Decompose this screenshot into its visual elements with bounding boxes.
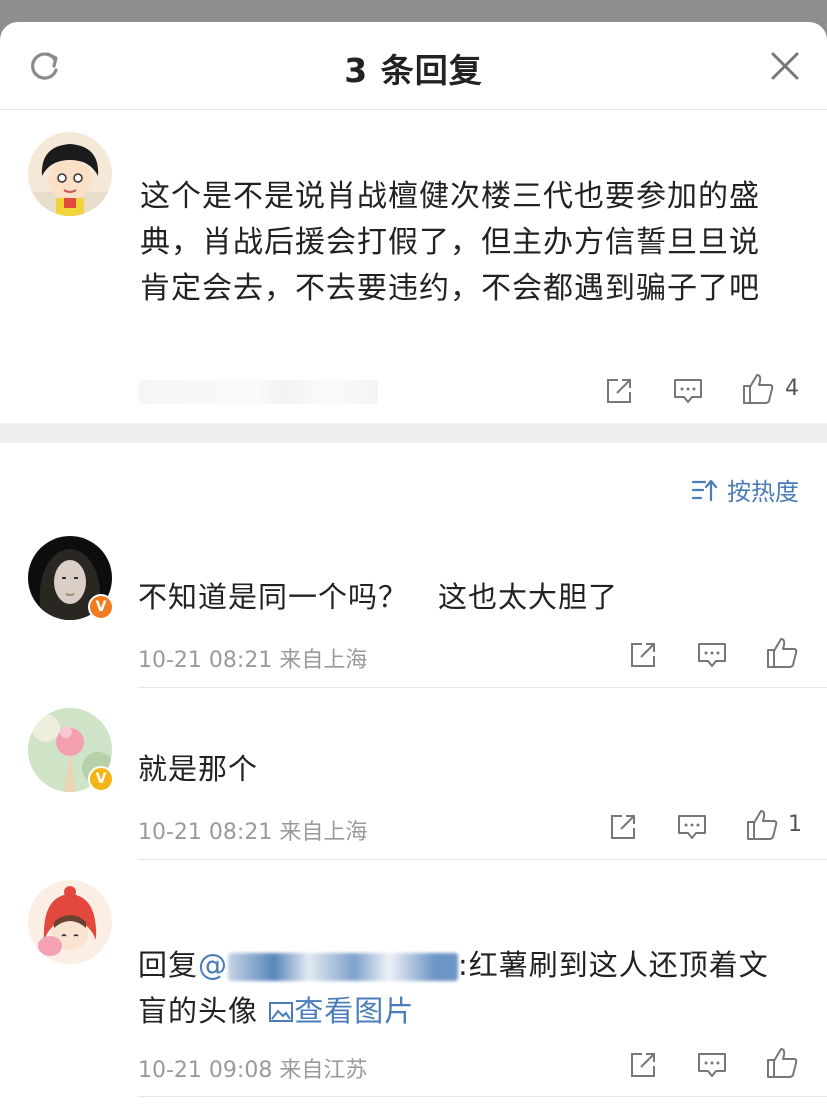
verified-badge-icon: V [88,766,114,792]
comment-icon[interactable] [676,812,708,842]
blurred-meta [138,380,378,404]
close-icon[interactable] [769,50,801,82]
like-icon[interactable] [745,808,779,842]
comment-icon[interactable] [672,376,704,406]
avatar[interactable] [28,880,112,964]
reply-location: 来自上海 [279,648,368,673]
like-count: 4 [785,376,799,401]
reply-sheet: 3 条回复 这个是不是说肖战檀健次楼三代也要参加的盛典，肖战后援会打假了，但主办… [0,22,827,1104]
reply-prefix: 回复 [138,948,199,982]
reply-location: 来自上海 [279,820,368,845]
share-icon[interactable] [628,1050,658,1080]
view-image-link[interactable]: 查看图片 [268,994,414,1028]
row-divider [138,1096,827,1097]
like-icon[interactable] [765,636,799,670]
reply-meta: 10-21 08:21 来自上海 [138,814,367,846]
share-icon[interactable] [604,376,634,406]
reply-text: 不知道是同一个吗？ 这也太大胆了 [138,580,619,614]
reply-text: 回复@:红薯刷到这人还顶着文盲的头像 查看图片 [138,942,788,1034]
row-divider [138,859,827,860]
reply-time: 10-21 09:08 [138,1058,273,1083]
like-count: 1 [788,812,802,837]
row-divider [138,687,827,688]
page-title: 3 条回复 [344,51,483,90]
share-icon[interactable] [608,812,638,842]
list-item: 回复@:红薯刷到这人还顶着文盲的头像 查看图片 10-21 09:08 来自江苏 [0,878,827,1098]
section-divider [0,423,827,443]
avatar[interactable] [28,132,112,216]
reply-location: 来自江苏 [279,1058,368,1083]
reply-meta: 10-21 09:08 来自江苏 [138,1052,367,1084]
list-item: V 不知道是同一个吗？ 这也太大胆了 10-21 08:21 来自上海 [0,534,827,704]
sort-button[interactable]: 按热度 [691,472,799,507]
reply-time: 10-21 08:21 [138,820,273,845]
share-icon[interactable] [628,640,658,670]
main-comment: 这个是不是说肖战檀健次楼三代也要参加的盛典，肖战后援会打假了，但主办方信誓旦旦说… [0,110,827,423]
comment-text: 这个是不是说肖战檀健次楼三代也要参加的盛典，肖战后援会打假了，但主办方信誓旦旦说… [140,179,760,306]
list-item: V 就是那个 10-21 08:21 来自上海 1 [0,706,827,878]
sort-label: 按热度 [727,478,799,506]
sheet-header: 3 条回复 [0,22,827,110]
blurred-username [228,953,459,981]
like-icon[interactable] [765,1046,799,1080]
sort-icon [691,479,718,501]
verified-badge-icon: V [88,594,114,620]
comment-icon[interactable] [696,1050,728,1080]
comment-icon[interactable] [696,640,728,670]
reply-meta: 10-21 08:21 来自上海 [138,642,367,674]
reply-text: 就是那个 [138,752,259,786]
reply-time: 10-21 08:21 [138,648,273,673]
mention-link[interactable]: @ [198,948,459,982]
image-icon [269,1002,294,1022]
like-icon[interactable] [741,372,775,406]
